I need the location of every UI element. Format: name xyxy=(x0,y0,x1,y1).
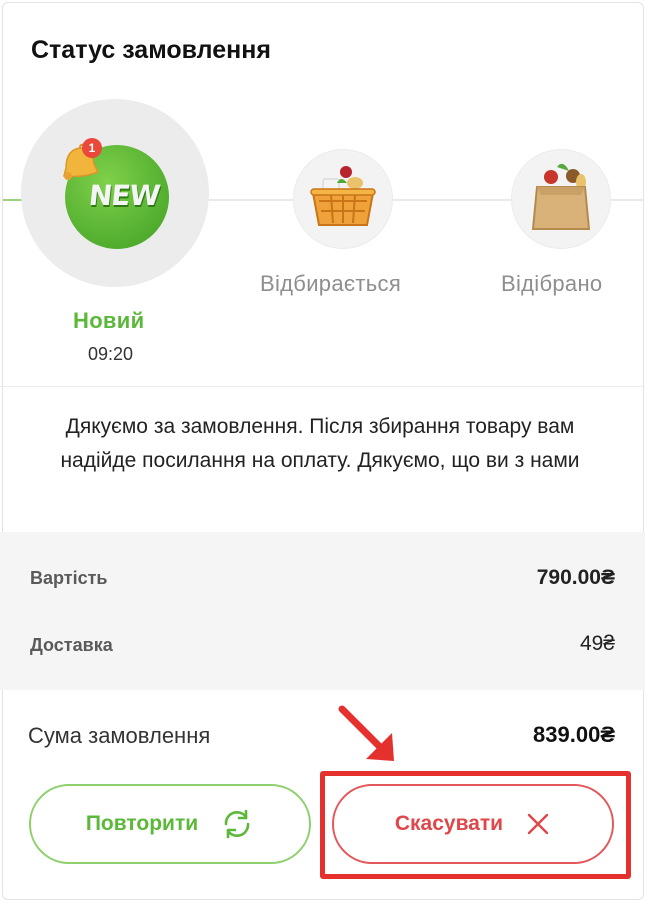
total-value: 839.00₴ xyxy=(533,722,615,747)
total-label: Сума замовлення xyxy=(28,723,211,748)
delivery-value: 49₴ xyxy=(579,632,615,655)
annotation-arrow-icon xyxy=(338,705,394,761)
stage-new-time: 09:20 xyxy=(88,344,134,364)
grocery-basket-icon xyxy=(310,166,376,226)
annotation-highlight-box xyxy=(320,771,631,879)
page-title: Статус замовлення xyxy=(31,36,271,64)
progress-track-done xyxy=(3,199,23,201)
order-summary: Вартість 790.00₴ Доставка 49₴ xyxy=(0,532,645,690)
grocery-bag-icon xyxy=(531,163,591,230)
stage-picking-label: Відбирається xyxy=(260,271,402,296)
cost-value: 790.00₴ xyxy=(536,566,615,589)
repeat-button-label: Повторити xyxy=(85,812,199,835)
notification-badge: 1 xyxy=(82,138,102,158)
stage-picked-label: Відібрано xyxy=(501,271,603,296)
divider xyxy=(0,386,645,387)
stage-picking-circle xyxy=(293,149,393,249)
repeat-order-button[interactable]: Повторити xyxy=(29,784,311,864)
delivery-label: Доставка xyxy=(30,635,113,655)
order-message: Дякуємо за замовлення. Після збирання то… xyxy=(60,415,580,472)
cost-label: Вартість xyxy=(30,568,108,588)
stage-new-label: Новий xyxy=(73,308,145,333)
stage-picked-circle xyxy=(511,149,611,249)
refresh-icon xyxy=(224,809,250,839)
